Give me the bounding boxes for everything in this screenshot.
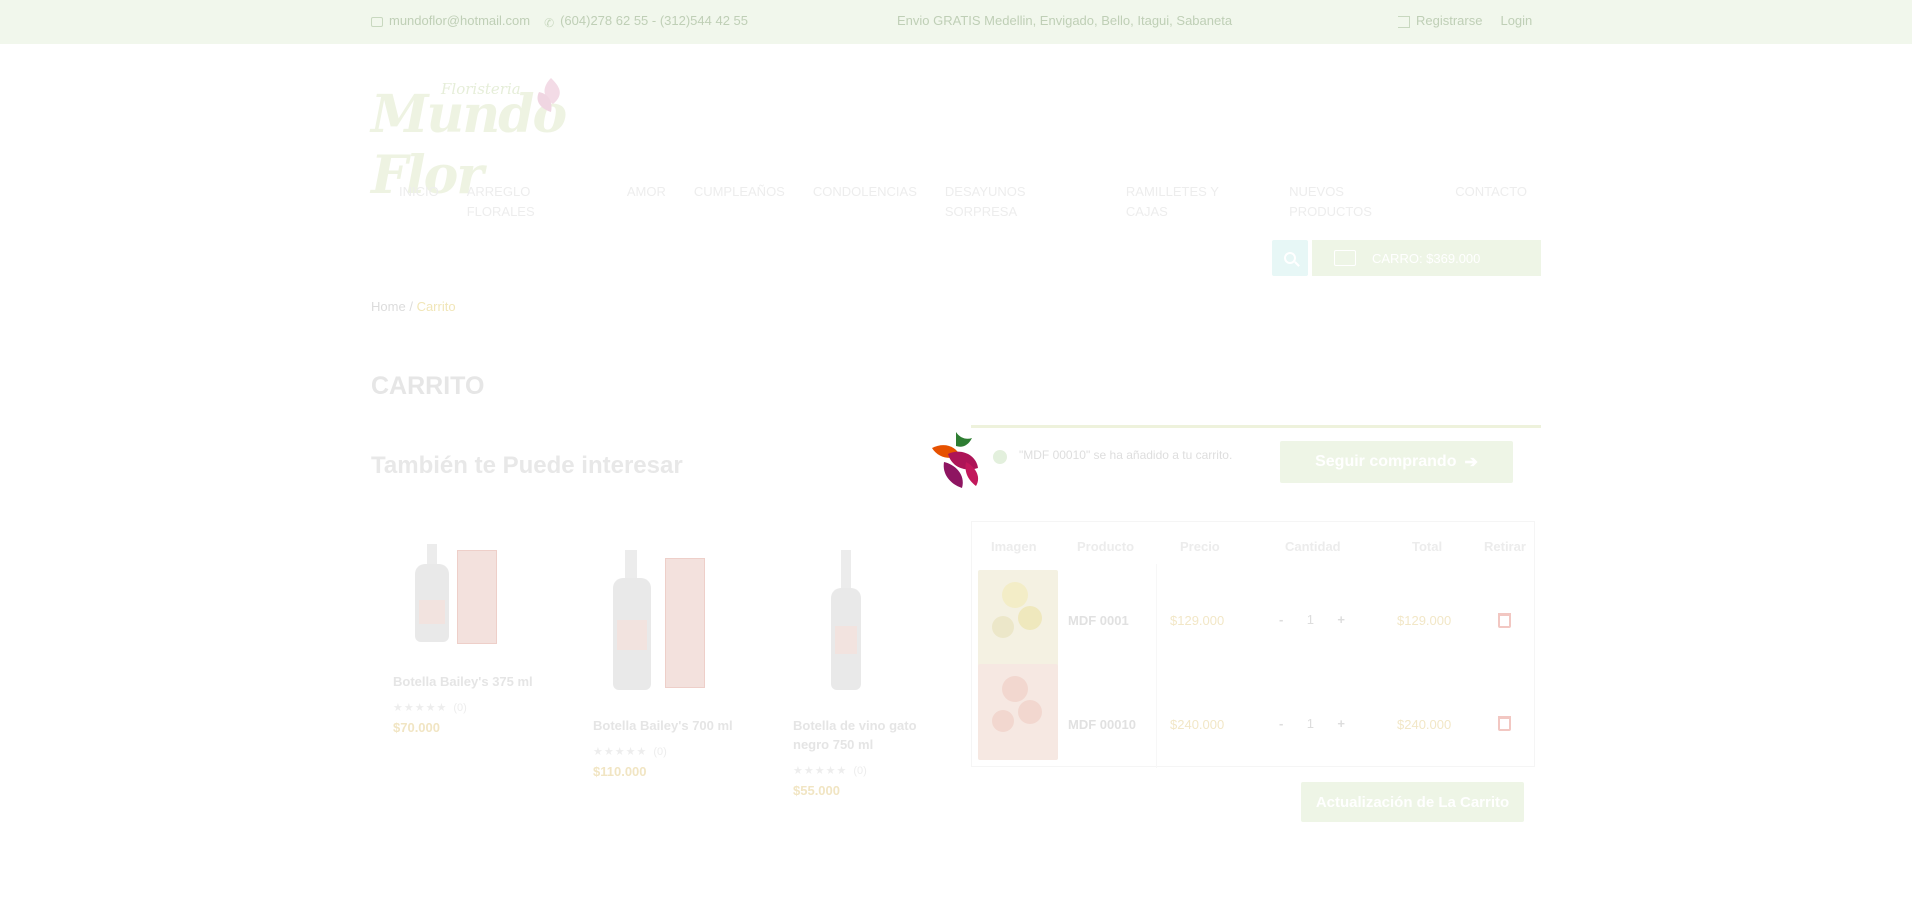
rating-count: (0) xyxy=(653,746,667,758)
page-title: CARRITO xyxy=(371,372,485,400)
continue-label: Seguir comprando xyxy=(1315,453,1457,470)
row-total: $240.000 xyxy=(1397,717,1452,732)
account-links: Registrarse Login xyxy=(1398,13,1532,28)
minus-button[interactable]: - xyxy=(1279,716,1283,731)
nav-item-inicio[interactable]: INICIO xyxy=(371,182,453,222)
table-header: Imagen Producto Precio Cantidad Total Re… xyxy=(972,522,1534,564)
login-icon xyxy=(1398,15,1410,28)
contact-info: mundoflor@hotmail.com ✆ (604)278 62 55 - … xyxy=(371,13,749,30)
breadcrumb-current: Carrito xyxy=(416,299,456,314)
product-price: $70.000 xyxy=(393,720,440,735)
header-product: Producto xyxy=(1077,539,1135,554)
header-quantity: Cantidad xyxy=(1285,539,1341,554)
product-image[interactable] xyxy=(793,548,913,698)
breadcrumb-separator: / xyxy=(409,299,413,314)
row-price: $240.000 xyxy=(1170,717,1225,732)
cart-label: CARRO: $369.000 xyxy=(1372,250,1481,266)
nav-item-desayunos-sorpresa[interactable]: DESAYUNOS SORPRESA xyxy=(931,182,1112,222)
nav-item-nuevos-productos[interactable]: NUEVOS PRODUCTOS xyxy=(1275,182,1441,222)
quantity-value[interactable]: 1 xyxy=(1305,716,1315,731)
star-icons: ★★★★★ xyxy=(593,746,648,758)
quantity-stepper: - 1 + xyxy=(1279,716,1345,731)
product-card[interactable]: Botella Bailey's 700 ml ★★★★★ (0) $110.00… xyxy=(593,548,733,779)
continue-shopping-button[interactable]: Seguir comprando ➔ xyxy=(1280,441,1513,483)
header-price: Precio xyxy=(1180,539,1220,554)
header-total: Total xyxy=(1412,539,1443,554)
update-cart-button[interactable]: Actualización de La Carrito xyxy=(1301,782,1524,822)
plus-button[interactable]: + xyxy=(1337,716,1345,731)
phone-text: (604)278 62 55 - (312)544 42 55 xyxy=(560,13,749,28)
rating-count: (0) xyxy=(453,702,467,714)
quantity-stepper: - 1 + xyxy=(1279,612,1345,627)
product-thumbnail[interactable] xyxy=(978,570,1058,666)
trash-icon[interactable] xyxy=(1498,716,1511,731)
row-total: $129.000 xyxy=(1397,613,1452,628)
trash-icon[interactable] xyxy=(1498,613,1511,628)
table-row: MDF 0001 $129.000 - 1 + $129.000 xyxy=(972,564,1534,666)
row-product-name[interactable]: MDF 0001 xyxy=(1068,613,1129,628)
search-icon xyxy=(1284,252,1296,264)
header-image: Imagen xyxy=(991,539,1037,554)
product-rating: ★★★★★ (0) xyxy=(593,745,733,758)
nav-item-ramilletes-y-cajas[interactable]: RAMILLETES Y CAJAS xyxy=(1112,182,1275,222)
star-icons: ★★★★★ xyxy=(393,702,448,714)
cart-button[interactable]: CARRO: $369.000 xyxy=(1312,240,1541,276)
notice-message: "MDF 00010" se ha añadido a tu carrito. xyxy=(1019,448,1233,462)
email-link[interactable]: mundoflor@hotmail.com xyxy=(371,13,530,28)
product-price: $110.000 xyxy=(593,764,647,779)
row-product-name[interactable]: MDF 00010 xyxy=(1068,717,1136,732)
product-image[interactable] xyxy=(593,548,713,698)
nav-item-cumpleanos[interactable]: CUMPLEAÑOS xyxy=(680,182,799,222)
top-bar: mundoflor@hotmail.com ✆ (604)278 62 55 - … xyxy=(0,0,1912,44)
plus-button[interactable]: + xyxy=(1337,612,1345,627)
search-button[interactable] xyxy=(1272,240,1308,276)
nav-item-amor[interactable]: AMOR xyxy=(613,182,680,222)
register-link[interactable]: Registrarse xyxy=(1398,13,1482,28)
site-logo[interactable]: Floristeria Mundo Flor xyxy=(371,70,681,206)
row-price: $129.000 xyxy=(1170,613,1225,628)
flower-logo-icon xyxy=(537,78,560,112)
breadcrumb: Home / Carrito xyxy=(371,299,456,314)
product-card[interactable]: Botella de vino gato negro 750 ml ★★★★★ (… xyxy=(793,548,933,798)
breadcrumb-home[interactable]: Home xyxy=(371,299,406,314)
product-card[interactable]: Botella Bailey's 375 ml ★★★★★ (0) $70.000 xyxy=(393,540,533,735)
main-nav: INICIO ARREGLO FLORALES AMOR CUMPLEAÑOS … xyxy=(371,182,1541,222)
nav-item-condolencias[interactable]: CONDOLENCIAS xyxy=(799,182,931,222)
table-row: MDF 00010 $240.000 - 1 + $240.000 xyxy=(972,664,1534,768)
product-name[interactable]: Botella de vino gato negro 750 ml xyxy=(793,716,933,754)
login-link[interactable]: Login xyxy=(1500,13,1532,28)
product-thumbnail[interactable] xyxy=(978,664,1058,760)
rating-count: (0) xyxy=(853,765,867,777)
star-icons: ★★★★★ xyxy=(793,765,848,777)
check-icon xyxy=(993,450,1007,464)
envelope-icon xyxy=(371,16,383,27)
cart-table: Imagen Producto Precio Cantidad Total Re… xyxy=(971,521,1535,768)
header-remove: Retirar xyxy=(1484,539,1526,554)
phone-icon: ✆ xyxy=(544,15,555,30)
product-rating: ★★★★★ (0) xyxy=(793,764,933,777)
shipping-notice: Envio GRATIS Medellin, Envigado, Bello, … xyxy=(897,13,1233,28)
nav-item-arreglo-florales[interactable]: ARREGLO FLORALES xyxy=(453,182,613,222)
nav-item-contacto[interactable]: CONTACTO xyxy=(1441,182,1541,222)
arrow-right-icon: ➔ xyxy=(1464,454,1478,471)
product-rating: ★★★★★ (0) xyxy=(393,701,533,714)
email-text: mundoflor@hotmail.com xyxy=(389,13,531,28)
recommendations-title: También te Puede interesar xyxy=(371,452,683,479)
cart-icon xyxy=(1334,250,1356,266)
product-image[interactable] xyxy=(393,540,513,690)
register-text: Registrarse xyxy=(1416,13,1483,28)
product-name[interactable]: Botella Bailey's 700 ml xyxy=(593,716,733,735)
minus-button[interactable]: - xyxy=(1279,612,1283,627)
product-price: $55.000 xyxy=(793,783,840,798)
quantity-value[interactable]: 1 xyxy=(1305,612,1315,627)
phone-link[interactable]: ✆ (604)278 62 55 - (312)544 42 55 xyxy=(544,13,749,30)
